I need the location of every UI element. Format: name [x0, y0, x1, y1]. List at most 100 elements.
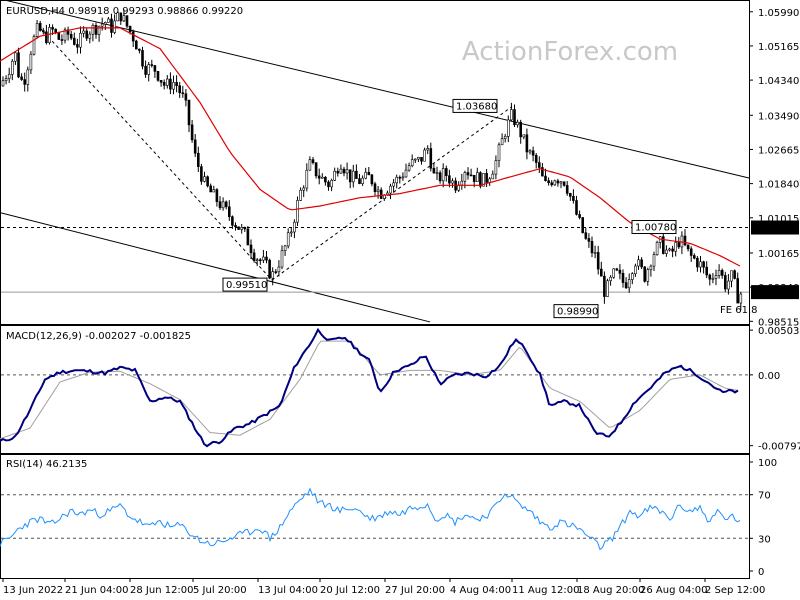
candle-body — [351, 170, 355, 183]
time-tick-label: 5 Jul 20:00 — [193, 585, 247, 596]
candle-body — [559, 181, 563, 184]
candle-body — [417, 157, 420, 160]
candle-body — [88, 33, 92, 39]
candle-body — [125, 15, 129, 27]
price-annotation-label: 1.03680 — [456, 101, 497, 112]
price-marks: 1.05990 1.05165 1.04340 1.03490 1.02665 1.018… — [0, 0, 799, 328]
candle-body — [20, 76, 23, 80]
candle-body — [469, 174, 473, 177]
candle-body — [147, 64, 150, 75]
price-tick-label: 1.04340 — [758, 76, 799, 87]
candle-body — [612, 268, 616, 278]
time-tick-label: 11 Aug 12:00 — [512, 585, 579, 596]
price-tick-label: 1.00165 — [758, 249, 799, 260]
candle-body — [159, 80, 163, 83]
candle-body — [444, 168, 448, 177]
candle-body — [426, 148, 430, 151]
time-tick-label: 27 Jul 20:00 — [385, 585, 445, 596]
candle-body — [531, 150, 535, 156]
candle-body — [305, 169, 309, 189]
rsi-tick-label: 70 — [758, 491, 771, 502]
candle-body — [330, 179, 333, 188]
candle-body — [370, 174, 374, 185]
candle-body — [435, 172, 439, 175]
candle-body — [54, 28, 58, 33]
candle-body — [615, 268, 619, 271]
candle-body — [35, 23, 39, 37]
candle-body — [122, 15, 126, 22]
candle-body — [197, 152, 200, 167]
candle-body — [692, 255, 696, 259]
price-level-label: 0.99220 — [754, 288, 795, 299]
candle-body — [76, 44, 79, 48]
candle-body — [379, 189, 383, 199]
candle-body — [311, 159, 315, 163]
candle-body — [162, 81, 166, 86]
candle-body — [355, 170, 358, 179]
candle-body — [472, 174, 476, 182]
price-annotation-label: 0.98990 — [557, 307, 598, 318]
candle-body — [646, 269, 650, 282]
candle-body — [293, 221, 296, 233]
candle-body — [85, 30, 88, 39]
time-tick-label: 28 Jun 12:00 — [130, 585, 194, 596]
candle-body — [215, 189, 219, 202]
candle-body — [671, 248, 674, 252]
time-tick-label: 20 Jul 12:00 — [320, 585, 380, 596]
candle-body — [348, 169, 352, 183]
candle-body — [187, 99, 191, 126]
candle-body — [643, 266, 647, 282]
candle-body — [578, 214, 581, 218]
candle-body — [714, 275, 718, 279]
candle-body — [603, 275, 606, 297]
candle-body — [361, 177, 364, 184]
candle-body — [314, 162, 318, 177]
candle-body — [475, 172, 479, 182]
candle-body — [17, 52, 20, 78]
candle-body — [683, 235, 687, 246]
price-tick-label: 1.05990 — [758, 8, 799, 19]
candle-body — [252, 252, 256, 261]
candle-body — [116, 12, 119, 22]
rsi-tick-label: 0 — [758, 567, 764, 578]
rsi-marks: 100 70 30 0 — [0, 458, 777, 578]
candle-body — [736, 278, 740, 304]
candle-body — [224, 201, 228, 208]
price-annotation-label: 0.99510 — [226, 280, 267, 291]
rsi-panel: RSI(14) 46.2135 100 70 30 0 — [0, 454, 777, 579]
candle-body — [296, 200, 299, 223]
candle-body — [1, 80, 5, 87]
candle-body — [677, 242, 681, 248]
candle-body — [637, 259, 640, 267]
macd-line — [0, 327, 739, 448]
candle-body — [621, 273, 625, 283]
candle-body — [451, 180, 454, 184]
candle-body — [178, 85, 181, 94]
candle-body — [720, 270, 724, 276]
candle-body — [513, 109, 516, 126]
candle-body — [562, 181, 566, 186]
candle-body — [172, 82, 175, 90]
candle-body — [4, 78, 8, 81]
macd-tick-label: 0.00 — [758, 371, 780, 382]
candle-body — [556, 180, 560, 184]
candle-body — [506, 119, 510, 137]
time-tick-label: 21 Jun 04:00 — [65, 585, 129, 596]
candle-body — [634, 265, 637, 275]
candle-body — [649, 265, 653, 270]
trend-line — [271, 106, 513, 281]
forex-chart: ActionForex.com EURUSD,H4 0.98918 0.9929… — [0, 0, 800, 596]
candle-body — [373, 183, 377, 192]
time-tick-label: 13 Jul 04:00 — [258, 585, 318, 596]
candle-body — [209, 185, 212, 193]
candle-body — [590, 241, 594, 254]
candle-body — [420, 157, 423, 162]
candle-body — [689, 248, 693, 256]
candle-body — [271, 271, 275, 279]
candle-body — [228, 206, 231, 217]
candle-body — [153, 65, 157, 72]
candle-body — [299, 189, 302, 201]
candle-body — [596, 252, 600, 270]
candle-body — [262, 256, 265, 261]
price-panel: ActionForex.com EURUSD,H4 0.98918 0.9929… — [0, 0, 799, 328]
